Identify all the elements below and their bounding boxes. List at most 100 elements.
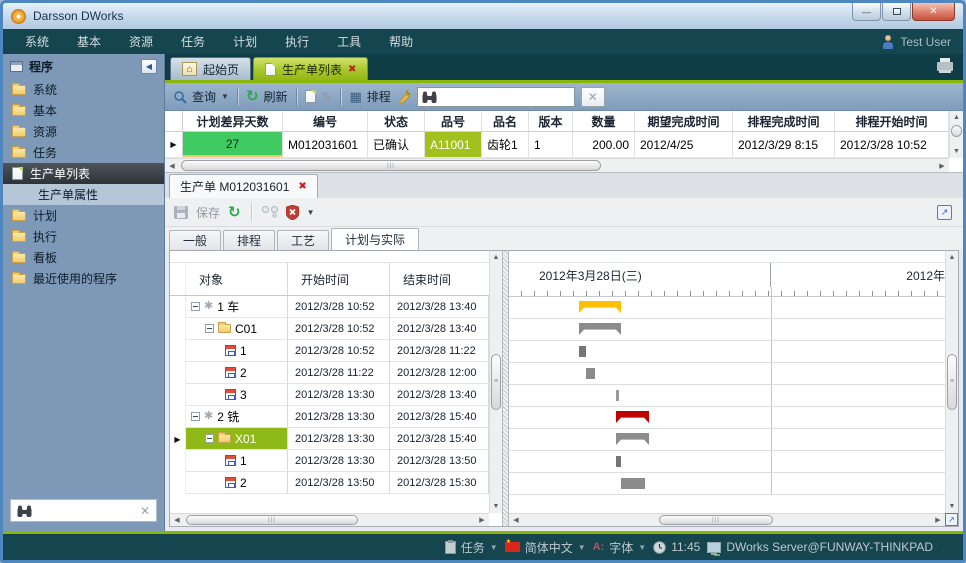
tree-object-cell[interactable]: 3 [186,384,288,406]
split-handle[interactable] [502,251,509,526]
gantt-bar[interactable] [579,346,586,357]
tree-object-cell[interactable]: C01 [186,318,288,340]
scrollbar-track[interactable]: ||| [184,514,475,526]
menu-item[interactable]: 任务 [167,29,219,54]
tab-production-order-list[interactable]: 生产单列表 ✖ [253,57,368,80]
close-button[interactable]: ✕ [912,3,955,21]
column-header[interactable]: 版本 [529,111,573,131]
sidebar-collapse-button[interactable]: ◀ [141,59,157,74]
scrollbar-thumb[interactable] [951,125,962,137]
collapse-expander-icon[interactable] [205,324,214,333]
broom-icon[interactable] [397,90,411,104]
scroll-left-icon[interactable]: ◀ [509,514,523,526]
scroll-right-icon[interactable]: ▶ [475,514,489,526]
gantt-bar[interactable] [616,411,649,423]
gantt-horizontal-scrollbar[interactable]: ◀ ||| ▶ [509,513,945,526]
sidebar-item[interactable]: 任务 [3,142,164,163]
column-header[interactable]: 编号 [283,111,368,131]
column-header[interactable]: 排程开始时间 [835,111,949,131]
refresh-icon[interactable]: ↻ [228,205,241,220]
detail-doc-tab[interactable]: 生产单 M012031601 ✖ [169,174,318,198]
chevron-down-icon[interactable]: ▼ [578,543,586,552]
scrollbar-track[interactable]: ||| [523,514,931,526]
status-task-menu[interactable]: 任务 ▼ [445,539,498,556]
minimize-button[interactable]: — [852,3,881,21]
gantt-vertical-scrollbar[interactable]: ▲ ≡ ▼ [945,251,958,513]
scrollbar-thumb[interactable]: ||| [181,160,601,171]
detail-tab[interactable]: 排程 [223,230,275,250]
sidebar-item[interactable]: 最近使用的程序 [3,268,164,289]
gantt-bar[interactable] [621,478,645,489]
delete-shield-icon[interactable] [286,205,299,220]
tab-start-page[interactable]: ⌂ 起始页 [170,57,251,80]
collapse-expander-icon[interactable] [205,434,214,443]
gantt-bar[interactable] [579,301,621,313]
refresh-button[interactable]: ↻ 刷新 [246,88,288,105]
tab-close-icon[interactable]: ✖ [298,181,306,192]
chevron-down-icon[interactable]: ▼ [638,543,646,552]
tree-row[interactable]: ✱2 铣2012/3/28 13:302012/3/28 15:40 [170,406,489,428]
scrollbar-track[interactable]: ≡ [490,264,502,500]
scroll-down-icon[interactable]: ▼ [946,500,958,513]
column-header[interactable]: 品名 [482,111,529,131]
tree-row[interactable]: 22012/3/28 11:222012/3/28 12:00 [170,362,489,384]
sidebar-item[interactable]: 基本 [3,100,164,121]
column-header[interactable]: 数量 [573,111,635,131]
column-header[interactable]: 结束时间 [390,263,489,295]
sidebar-search-input[interactable] [38,503,134,519]
column-header[interactable]: 开始时间 [288,263,390,295]
tree-object-cell[interactable]: ✱1 车 [186,296,288,318]
resize-grip-icon[interactable]: ⋰ [942,542,951,553]
tree-row[interactable]: C012012/3/28 10:522012/3/28 13:40 [170,318,489,340]
scrollbar-thumb[interactable]: ≡ [491,354,501,410]
menu-item[interactable]: 帮助 [375,29,427,54]
menu-item[interactable]: 工具 [323,29,375,54]
sidebar-item[interactable]: 系统 [3,79,164,100]
gantt-bar[interactable] [579,323,621,335]
menu-item[interactable]: 基本 [63,29,115,54]
chevron-down-icon[interactable]: ▼ [221,92,229,101]
scroll-up-icon[interactable]: ▲ [950,111,963,124]
schedule-button[interactable]: ▦ 排程 [349,88,390,105]
query-button[interactable]: 查询 ▼ [173,88,229,105]
search-clear-button[interactable]: ✕ [581,87,605,107]
scroll-up-icon[interactable]: ▲ [946,251,958,264]
scrollbar-thumb[interactable]: ≡ [947,354,957,410]
column-header[interactable]: 期望完成时间 [635,111,733,131]
menu-item[interactable]: 计划 [219,29,271,54]
tree-row[interactable]: 22012/3/28 13:502012/3/28 15:30 [170,472,489,494]
new-document-icon[interactable] [305,90,316,103]
tree-vertical-scrollbar[interactable]: ▲ ≡ ▼ [489,251,502,513]
tree-object-cell[interactable]: 1 [186,450,288,472]
edit-pencil-icon[interactable]: ✎ [322,89,333,105]
workflow-icon[interactable] [262,206,278,219]
collapse-expander-icon[interactable] [191,302,200,311]
printer-icon[interactable] [937,62,953,71]
scrollbar-thumb[interactable]: ||| [659,515,773,525]
gantt-bar[interactable] [616,390,619,401]
scrollbar-track[interactable]: ||| [179,159,935,172]
toolbar-search-input[interactable] [442,89,570,105]
user-info[interactable]: Test User [882,35,955,49]
detail-tab[interactable]: 计划与实际 [331,228,419,250]
tree-object-cell[interactable]: ✱2 铣 [186,406,288,428]
grid-horizontal-scrollbar[interactable]: ◀ ||| ▶ [165,158,949,172]
column-header[interactable]: 排程完成时间 [733,111,835,131]
tree-object-cell[interactable]: 2 [186,362,288,384]
detail-tab[interactable]: 一般 [169,230,221,250]
chevron-down-icon[interactable]: ▼ [490,543,498,552]
detail-tab[interactable]: 工艺 [277,230,329,250]
tree-horizontal-scrollbar[interactable]: ◀ ||| ▶ [170,513,489,526]
popout-corner-icon[interactable]: ↗ [945,513,958,526]
scroll-down-icon[interactable]: ▼ [950,145,963,158]
gantt-bar[interactable] [616,433,649,445]
tab-close-icon[interactable]: ✖ [348,64,356,75]
gantt-bar[interactable] [616,456,621,467]
sidebar-item[interactable]: 计划 [3,205,164,226]
scrollbar-track[interactable]: ≡ [946,264,958,500]
scroll-left-icon[interactable]: ◀ [165,159,179,172]
column-header[interactable]: 计划差异天数 [183,111,283,131]
column-header[interactable]: 对象 [186,263,288,295]
scroll-left-icon[interactable]: ◀ [170,514,184,526]
scrollbar-thumb[interactable]: ||| [186,515,358,525]
